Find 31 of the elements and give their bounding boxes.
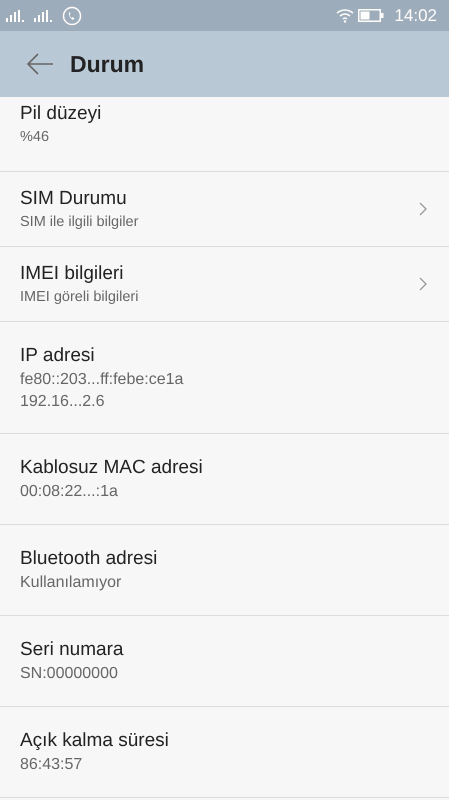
- screen-title: Durum: [70, 50, 144, 78]
- list-item[interactable]: IMEI bilgileri IMEI göreli bilgileri: [0, 247, 449, 322]
- list-item[interactable]: Bluetooth adresi Kullanılamıyor: [0, 525, 449, 616]
- list-item[interactable]: Pil düzeyi %46: [0, 97, 449, 172]
- list-item[interactable]: IP adresi fe80::203...ff:febe:ce1a 192.16...2.6: [0, 322, 449, 434]
- item-title: IMEI bilgileri: [20, 263, 124, 285]
- item-title: Pil düzeyi: [20, 103, 102, 125]
- list-item[interactable]: SIM Durumu SIM ile ilgili bilgiler: [0, 172, 449, 247]
- item-title: IP adresi: [20, 344, 96, 366]
- list-item[interactable]: Açık kalma süresi 86:43:57: [0, 707, 449, 798]
- item-value: SN:00000000: [20, 665, 119, 683]
- item-value: %46: [20, 129, 50, 145]
- item-title: Kablosuz MAC adresi: [20, 457, 204, 479]
- item-value: IMEI göreli bilgileri: [20, 289, 140, 305]
- item-value: SIM ile ilgili bilgiler: [20, 214, 140, 230]
- item-title: Bluetooth adresi: [20, 548, 158, 570]
- item-value: 192.16...2.6: [20, 392, 106, 410]
- item-value: Kullanılamıyor: [20, 574, 122, 592]
- back-arrow-icon[interactable]: [26, 53, 54, 75]
- item-title: SIM Durumu: [20, 188, 128, 210]
- status-time: 14:02: [394, 6, 437, 26]
- wifi-icon: [336, 8, 354, 22]
- list-item[interactable]: Kablosuz MAC adresi 00:08:22...:1a: [0, 434, 449, 525]
- item-value: fe80::203...ff:febe:ce1a: [20, 370, 184, 388]
- item-title: Açık kalma süresi: [20, 730, 170, 752]
- item-value: 86:43:57: [20, 756, 84, 774]
- item-value: 00:08:22...:1a: [20, 483, 119, 501]
- battery-icon: [358, 9, 384, 22]
- phone-icon: [62, 6, 82, 26]
- list-item[interactable]: Seri numara SN:00000000: [0, 616, 449, 707]
- item-title: Seri numara: [20, 639, 124, 661]
